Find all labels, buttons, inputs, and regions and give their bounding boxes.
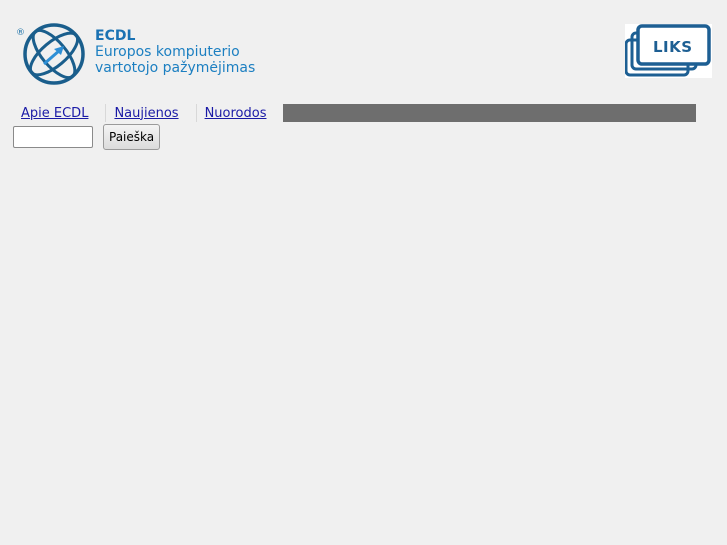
- nav-link-apie-ecdl[interactable]: Apie ECDL: [21, 106, 88, 121]
- search-input[interactable]: [13, 126, 93, 148]
- liks-text: LIKS: [653, 38, 693, 56]
- nav-link-nuorodos[interactable]: Nuorodos: [205, 106, 267, 121]
- search-form: Paieška: [13, 124, 161, 150]
- nav-link-naujienos[interactable]: Naujienos: [114, 106, 178, 121]
- ecdl-logo[interactable]: ® ECDL Europos kompiuterio vartotojo paž…: [14, 20, 264, 88]
- nav-bar-fill: [283, 104, 696, 122]
- ecdl-tagline-line2: vartotojo pažymėjimas: [95, 60, 256, 76]
- ecdl-tagline-line1: Europos kompiuterio: [95, 44, 240, 60]
- ecdl-brand: ECDL: [95, 28, 136, 44]
- liks-logo[interactable]: LIKS: [624, 24, 712, 78]
- nav-item-apie-ecdl: Apie ECDL: [13, 104, 107, 122]
- header: ® ECDL Europos kompiuterio vartotojo paž…: [0, 0, 727, 100]
- nav-item-nuorodos: Nuorodos: [197, 104, 284, 122]
- nav-item-naujienos: Naujienos: [106, 104, 197, 122]
- page: ® ECDL Europos kompiuterio vartotojo paž…: [0, 0, 727, 545]
- main-nav: Apie ECDL Naujienos Nuorodos: [13, 104, 696, 122]
- ecdl-wordmark: ECDL Europos kompiuterio vartotojo pažym…: [95, 28, 255, 76]
- ecdl-globe-arrow-icon: [23, 23, 85, 85]
- search-button[interactable]: Paieška: [103, 124, 161, 150]
